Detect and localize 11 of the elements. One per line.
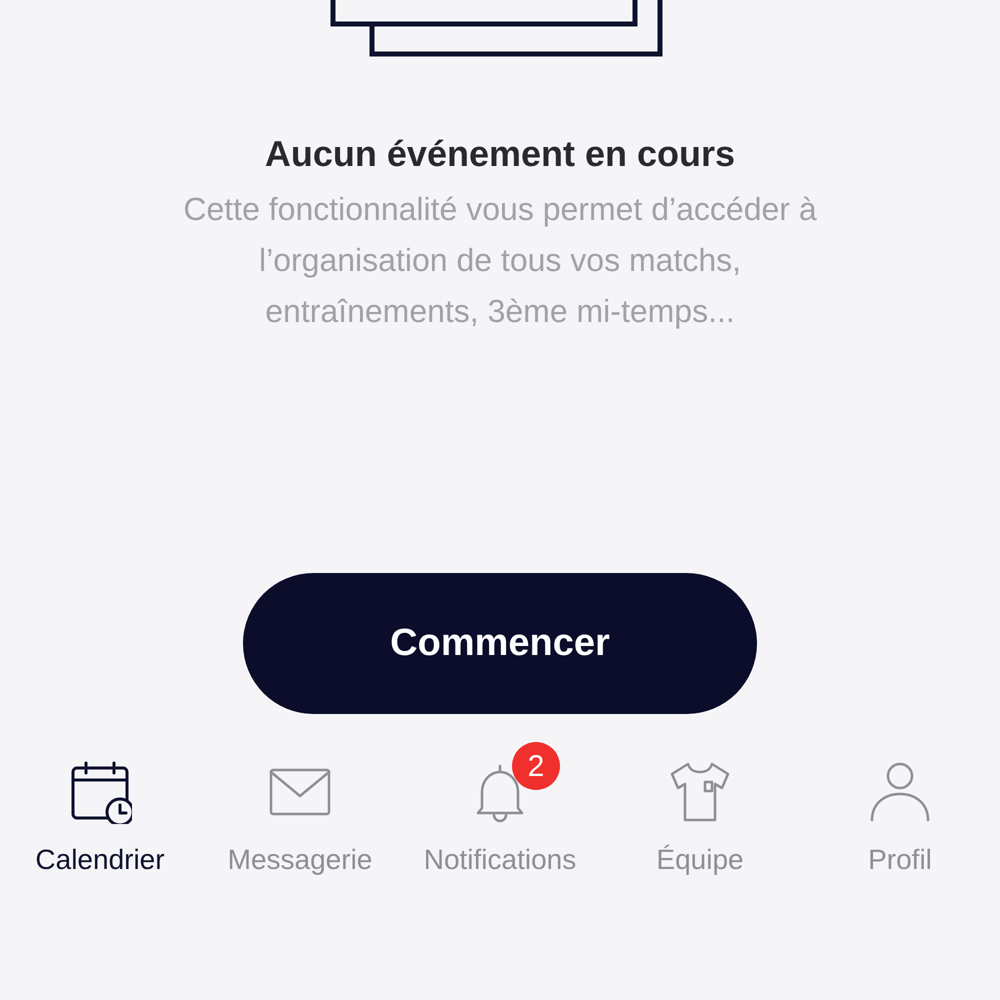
tab-bar-item[interactable]: Profil	[800, 740, 1000, 876]
shirt-icon	[668, 760, 732, 824]
person-icon	[868, 760, 932, 824]
empty-state-title: Aucun événement en cours	[264, 132, 736, 176]
empty-state-description: Cette fonctionnalité vous permet d’accéder à l’organisation de tous vos matchs, entraînements, 3ème mi-temps...	[182, 190, 818, 331]
tab-bar-item[interactable]: 2 Notifications	[400, 740, 600, 876]
tab-bar-item[interactable]: Messagerie	[200, 740, 400, 876]
start-button[interactable]: Commencer	[243, 573, 757, 714]
tab-bar-item[interactable]: Calendrier	[0, 740, 200, 876]
notification-badge: 2	[512, 742, 560, 790]
tab-bar-item[interactable]: Équipe	[600, 740, 800, 876]
